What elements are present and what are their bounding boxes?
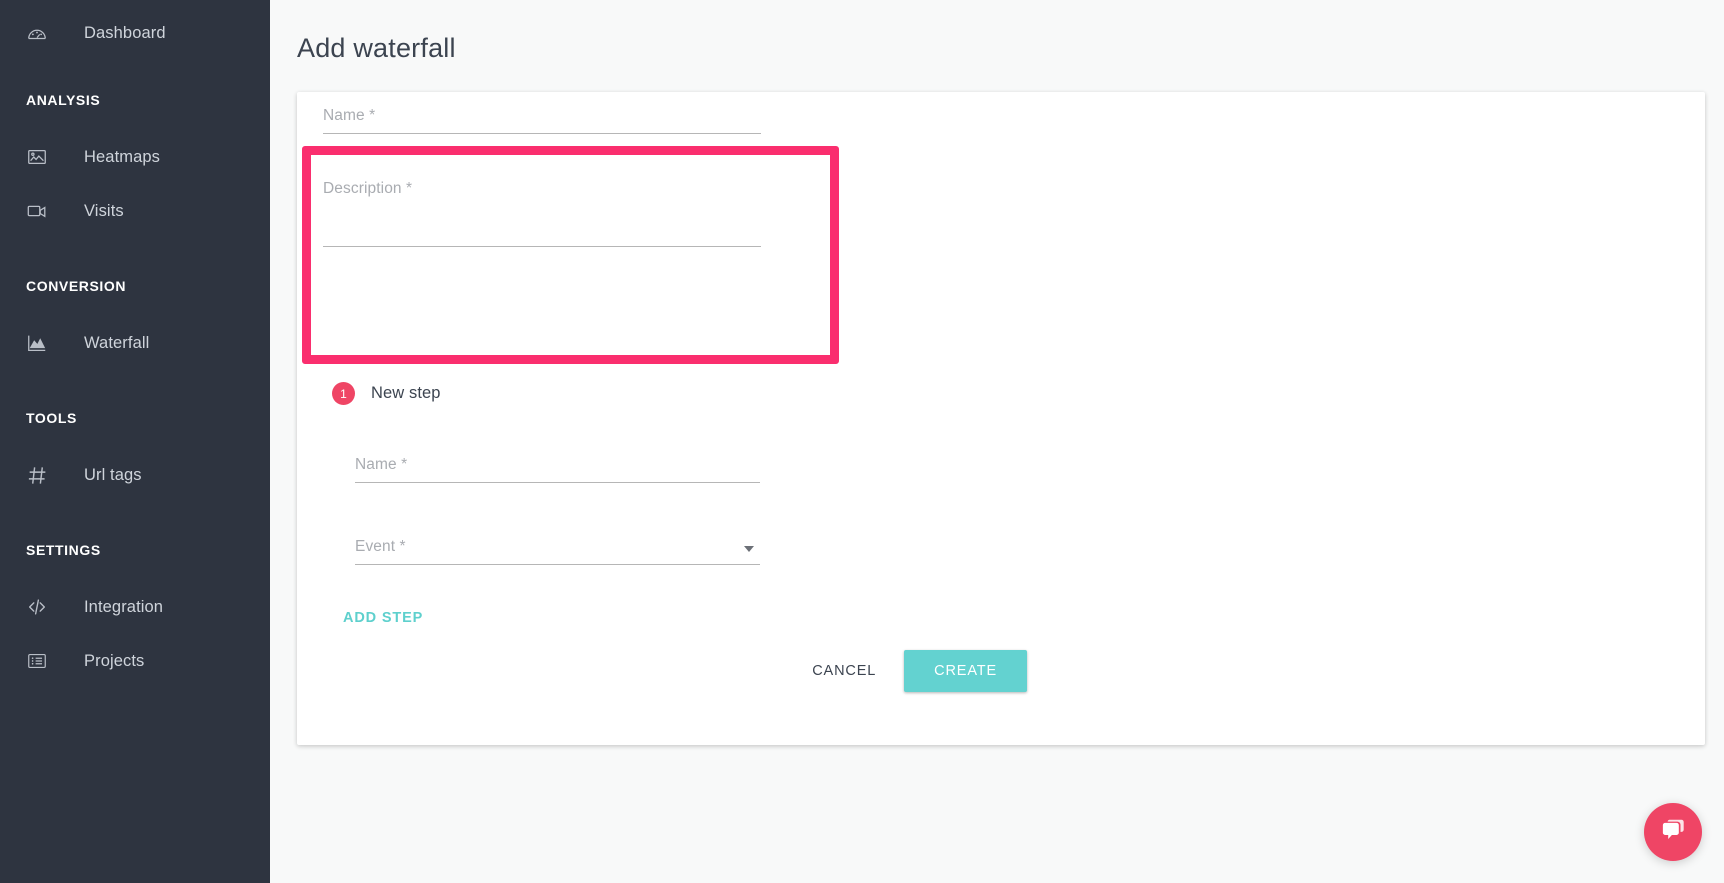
sidebar-item-projects[interactable]: Projects xyxy=(0,634,270,688)
page-title: Add waterfall xyxy=(297,33,456,63)
sidebar-item-label: Heatmaps xyxy=(84,147,161,166)
sidebar-item-integration[interactable]: Integration xyxy=(0,580,270,634)
sidebar-item-dashboard[interactable]: Dashboard xyxy=(0,6,270,60)
highlight-annotation-box xyxy=(302,146,839,364)
form-actions: CANCEL CREATE xyxy=(297,650,1027,692)
sidebar-section-conversion: CONVERSION xyxy=(26,278,127,294)
chevron-down-icon[interactable] xyxy=(744,546,754,552)
sidebar-section-settings: SETTINGS xyxy=(26,542,101,558)
code-brackets-icon xyxy=(26,596,60,618)
sidebar: Dashboard ANALYSIS Heatmaps Visits CONVE… xyxy=(0,0,270,883)
step-name-underline xyxy=(355,482,760,483)
sidebar-item-url-tags[interactable]: Url tags xyxy=(0,448,270,502)
step-number-badge: 1 xyxy=(332,382,355,405)
create-button[interactable]: CREATE xyxy=(904,650,1027,692)
heatmap-image-icon xyxy=(26,146,60,168)
sidebar-item-label: Visits xyxy=(84,201,124,220)
list-icon xyxy=(26,650,60,672)
sidebar-item-label: Integration xyxy=(84,597,164,616)
add-step-button[interactable]: ADD STEP xyxy=(333,600,433,636)
sidebar-section-tools: TOOLS xyxy=(26,410,77,426)
sidebar-item-label: Dashboard xyxy=(84,23,166,42)
step-event-underline xyxy=(355,564,760,565)
sidebar-item-label: Waterfall xyxy=(84,333,150,352)
video-camera-icon xyxy=(26,200,60,222)
cancel-button[interactable]: CANCEL xyxy=(796,651,892,691)
sidebar-section-analysis: ANALYSIS xyxy=(26,92,101,108)
waterfall-name-placeholder: Name * xyxy=(323,107,376,124)
main-content: Add waterfall Name * Description * 1 New… xyxy=(270,0,1724,883)
sidebar-item-heatmaps[interactable]: Heatmaps xyxy=(0,130,270,184)
sidebar-item-label: Url tags xyxy=(84,465,142,484)
waterfall-name-underline xyxy=(323,133,761,134)
waterfall-description-placeholder: Description * xyxy=(323,180,413,197)
add-waterfall-card: Name * Description * 1 New step Name * E… xyxy=(297,92,1705,745)
sidebar-item-waterfall[interactable]: Waterfall xyxy=(0,316,270,370)
chat-widget-button[interactable] xyxy=(1644,803,1702,861)
sidebar-item-visits[interactable]: Visits xyxy=(0,184,270,238)
gauge-icon xyxy=(26,22,60,44)
chat-bubbles-icon xyxy=(1658,815,1688,850)
hash-icon xyxy=(26,464,60,487)
step-event-placeholder: Event * xyxy=(355,538,406,555)
step-title: New step xyxy=(371,384,441,402)
step-name-placeholder: Name * xyxy=(355,456,408,473)
step-header: 1 New step xyxy=(332,382,441,405)
waterfall-description-underline xyxy=(323,246,761,247)
area-chart-icon xyxy=(26,332,60,354)
sidebar-item-label: Projects xyxy=(84,651,145,670)
